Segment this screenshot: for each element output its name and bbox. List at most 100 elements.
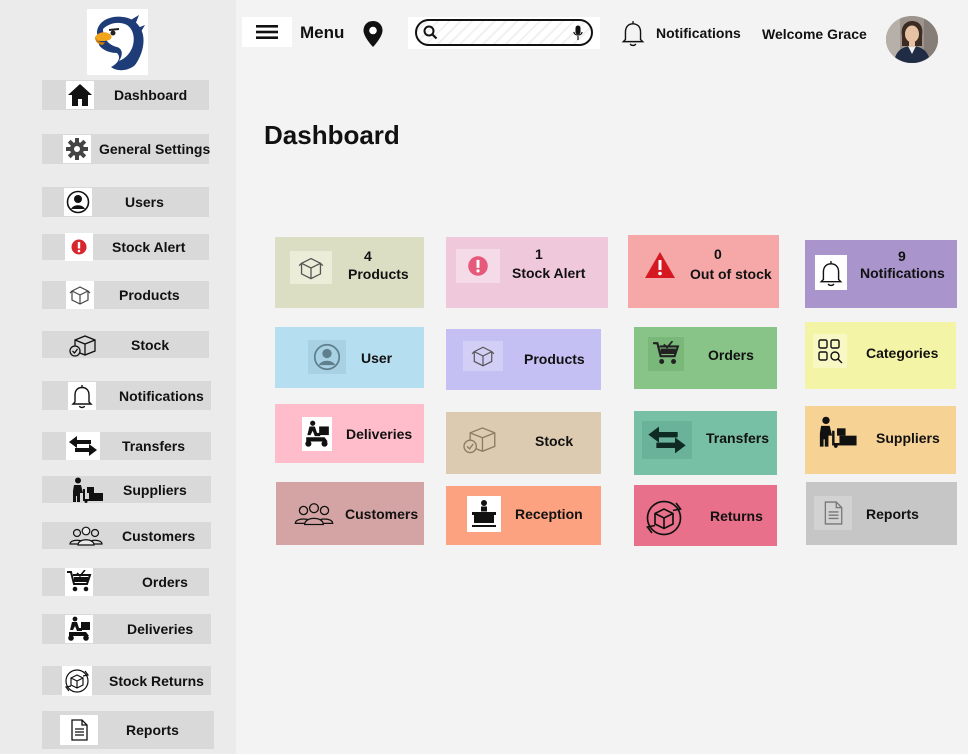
card-returns[interactable]: Returns <box>634 485 777 546</box>
box-icon <box>463 341 503 371</box>
card-reception[interactable]: Reception <box>446 486 601 545</box>
hamburger-menu-button[interactable] <box>242 17 292 47</box>
hamburger-icon <box>256 25 278 39</box>
returns-icon <box>62 665 92 696</box>
stock-box-icon <box>458 422 502 456</box>
sidebar-item-label: Dashboard <box>114 87 188 103</box>
scooter-icon <box>65 615 93 643</box>
card-label: Reports <box>866 506 919 522</box>
card-count: 9 <box>898 248 906 264</box>
card-customers[interactable]: Customers <box>276 482 424 545</box>
box-icon <box>290 251 332 284</box>
home-icon <box>66 81 94 109</box>
sidebar-item-label: Stock Alert <box>112 239 186 255</box>
card-stock[interactable]: Stock <box>446 412 601 474</box>
sidebar-item-stock-alert[interactable]: Stock Alert <box>42 233 209 261</box>
card-reports[interactable]: Reports <box>806 482 957 545</box>
bell-icon <box>68 381 96 410</box>
card-label: Notifications <box>860 265 945 281</box>
card-stock-alert-count[interactable]: 1 Stock Alert <box>446 237 608 308</box>
supplier-icon <box>69 476 105 504</box>
header-notifications[interactable]: Notifications <box>620 18 748 48</box>
sidebar-item-transfers[interactable]: Transfers <box>42 432 211 460</box>
sidebar-item-label: Users <box>125 194 164 210</box>
alert-icon <box>456 249 500 283</box>
sidebar-item-label: Transfers <box>122 438 186 454</box>
gear-icon <box>63 135 91 163</box>
card-notifications-count[interactable]: 9 Notifications <box>805 240 957 308</box>
card-out-of-stock-count[interactable]: 0 Out of stock <box>628 235 779 308</box>
microphone-icon[interactable] <box>573 25 583 41</box>
sidebar-item-label: Stock <box>131 336 170 353</box>
card-label: Out of stock <box>690 266 772 282</box>
reception-icon <box>467 496 501 532</box>
sidebar: Dashboard General Settings Users Stock A… <box>0 0 236 754</box>
search-bar[interactable] <box>415 19 593 46</box>
stock-box-icon <box>69 331 97 359</box>
card-label: Products <box>524 351 585 367</box>
page-title: Dashboard <box>264 120 400 150</box>
user-circle-icon <box>308 340 346 374</box>
card-suppliers[interactable]: Suppliers <box>805 406 956 474</box>
sidebar-item-general-settings[interactable]: General Settings <box>42 134 210 164</box>
search-icon <box>423 25 438 40</box>
sidebar-item-label: Notifications <box>119 387 204 404</box>
card-label: Orders <box>708 347 754 363</box>
card-transfers[interactable]: Transfers <box>634 411 777 475</box>
sidebar-item-reports[interactable]: Reports <box>42 711 214 749</box>
sidebar-item-suppliers[interactable]: Suppliers <box>42 476 211 503</box>
categories-icon <box>813 334 847 368</box>
card-label: Stock Alert <box>512 265 586 281</box>
menu-label[interactable]: Menu <box>300 23 344 43</box>
sidebar-item-label: Stock Returns <box>109 672 204 689</box>
card-label: Reception <box>515 506 583 522</box>
card-label: Suppliers <box>876 430 940 446</box>
supplier-icon <box>815 408 859 456</box>
sidebar-item-dashboard[interactable]: Dashboard <box>42 80 209 110</box>
scooter-icon <box>302 417 332 451</box>
returns-icon <box>642 497 686 539</box>
sidebar-item-customers[interactable]: Customers <box>42 522 211 549</box>
sidebar-item-label: Deliveries <box>127 621 194 637</box>
transfer-arrows-icon <box>66 432 100 460</box>
card-count: 4 <box>364 248 372 264</box>
card-label: Products <box>348 266 409 282</box>
search-input[interactable] <box>443 23 563 42</box>
sidebar-item-deliveries[interactable]: Deliveries <box>42 614 211 644</box>
welcome-message: Welcome Grace <box>762 26 867 42</box>
sidebar-item-notifications[interactable]: Notifications <box>42 381 211 410</box>
card-count: 0 <box>714 246 722 262</box>
card-products[interactable]: Products <box>446 329 601 390</box>
cart-icon <box>65 568 93 596</box>
location-pin-icon[interactable] <box>362 20 384 48</box>
transfer-arrows-icon <box>642 421 692 459</box>
bell-icon <box>621 21 645 47</box>
card-user[interactable]: User <box>275 327 424 388</box>
sidebar-item-label: Suppliers <box>123 481 187 498</box>
sidebar-item-stock[interactable]: Stock <box>42 331 209 358</box>
sidebar-item-products[interactable]: Products <box>42 281 209 309</box>
sidebar-item-stock-returns[interactable]: Stock Returns <box>42 665 211 696</box>
eagle-logo[interactable] <box>87 9 148 75</box>
card-label: Categories <box>866 345 939 361</box>
card-orders[interactable]: Orders <box>634 327 777 389</box>
report-icon <box>814 496 852 530</box>
sidebar-item-label: Orders <box>142 574 188 590</box>
warning-icon <box>642 249 678 281</box>
card-count: 1 <box>535 246 543 262</box>
sidebar-item-orders[interactable]: Orders <box>42 568 209 596</box>
card-deliveries[interactable]: Deliveries <box>275 404 424 463</box>
sidebar-item-users[interactable]: Users <box>42 187 209 217</box>
card-label: Customers <box>345 506 419 522</box>
card-label: Stock <box>535 433 574 449</box>
card-products-count[interactable]: 4 Products <box>275 237 424 308</box>
notifications-label: Notifications <box>656 25 741 41</box>
bell-icon <box>815 255 847 290</box>
search-container <box>408 17 600 49</box>
user-circle-icon <box>64 188 92 216</box>
card-label: User <box>361 350 393 366</box>
cart-icon <box>648 337 684 371</box>
avatar[interactable] <box>886 16 938 63</box>
card-categories[interactable]: Categories <box>805 322 956 389</box>
card-label: Deliveries <box>346 426 413 442</box>
